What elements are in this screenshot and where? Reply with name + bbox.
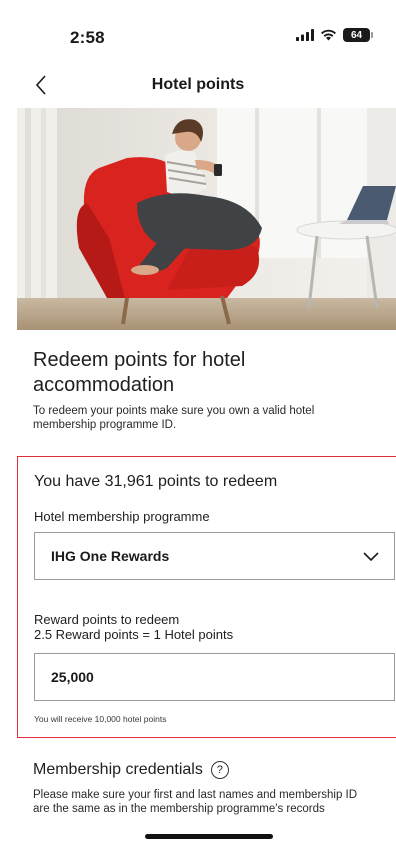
chevron-down-icon: [363, 552, 379, 562]
nav-bar: Hotel points: [0, 62, 396, 108]
reward-points-input[interactable]: 25,000: [34, 653, 395, 701]
reward-points-value: 25,000: [51, 669, 94, 685]
redeem-panel: You have 31,961 points to redeem Hotel m…: [17, 456, 396, 738]
programme-select-value: IHG One Rewards: [51, 548, 170, 564]
programme-select[interactable]: IHG One Rewards: [34, 532, 395, 580]
status-time: 2:58: [70, 28, 105, 47]
wifi-icon: [321, 29, 336, 41]
home-indicator[interactable]: [145, 834, 273, 839]
programme-label: Hotel membership programme: [34, 509, 210, 524]
hero-photo: [17, 108, 396, 330]
scroll-fade: [0, 818, 396, 834]
conversion-rate: 2.5 Reward points = 1 Hotel points: [34, 627, 234, 642]
help-icon[interactable]: ?: [210, 761, 229, 779]
status-bar: 2:58 64: [0, 0, 396, 62]
signal-icon: [296, 29, 314, 41]
credentials-heading: Membership credentials ?: [33, 761, 229, 779]
reward-points-label-block: Reward points to redeem 2.5 Reward point…: [34, 612, 233, 642]
section-description: To redeem your points make sure you own …: [33, 405, 315, 431]
credentials-title: Membership credentials: [33, 761, 203, 778]
status-icons: 64: [296, 28, 373, 42]
section-title: Redeem points for hotel accommodation: [33, 349, 246, 396]
battery-level: 64: [350, 29, 363, 41]
page-title: Hotel points: [151, 76, 245, 93]
points-balance-heading: You have 31,961 points to redeem: [34, 473, 278, 490]
reward-points-label: Reward points to redeem: [34, 612, 180, 627]
battery-icon: 64: [343, 28, 373, 42]
receive-note: You will receive 10,000 hotel points: [34, 714, 167, 724]
hero-image: [17, 108, 396, 330]
